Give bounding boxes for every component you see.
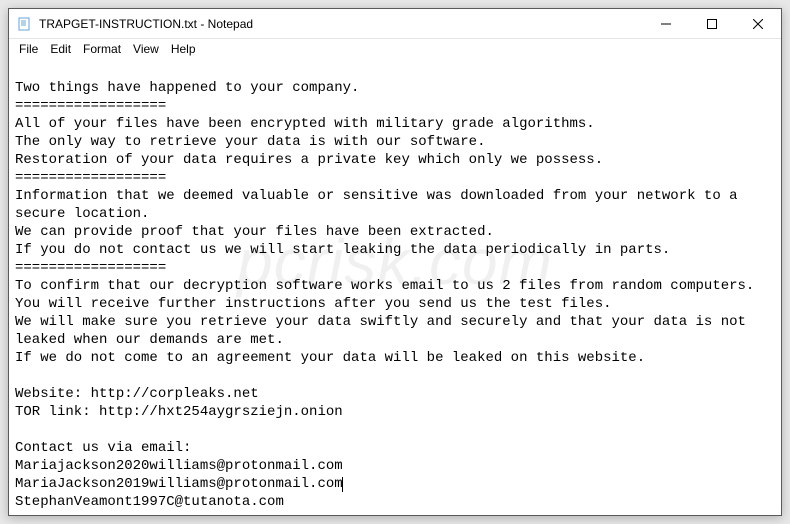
text-line: Restoration of your data requires a priv… (15, 152, 603, 168)
menu-edit[interactable]: Edit (44, 41, 77, 57)
text-line: We can provide proof that your files hav… (15, 224, 494, 240)
text-line: If you do not contact us we will start l… (15, 242, 670, 258)
text-line: All of your files have been encrypted wi… (15, 116, 595, 132)
text-line: Mariajackson2020williams@protonmail.com (15, 458, 343, 474)
text-line: If we do not come to an agreement your d… (15, 350, 645, 366)
text-line: Information that we deemed valuable or s… (15, 188, 746, 222)
text-line: You will receive further instructions af… (15, 296, 612, 312)
window-title: TRAPGET-INSTRUCTION.txt - Notepad (39, 17, 643, 31)
text-line: ================== (15, 260, 166, 276)
notepad-window: TRAPGET-INSTRUCTION.txt - Notepad File E… (8, 8, 782, 516)
text-line: ================== (15, 170, 166, 186)
text-area[interactable]: Two things have happened to your company… (9, 59, 781, 515)
text-line: We will make sure you retrieve your data… (15, 314, 754, 348)
minimize-button[interactable] (643, 9, 689, 38)
close-button[interactable] (735, 9, 781, 38)
text-line: MariaJackson2019williams@protonmail.com (15, 476, 343, 492)
text-line: ================== (15, 98, 166, 114)
menu-file[interactable]: File (13, 41, 44, 57)
maximize-button[interactable] (689, 9, 735, 38)
text-line: Website: http://corpleaks.net (15, 386, 259, 402)
text-line: StephanVeamont1997C@tutanota.com (15, 494, 284, 510)
text-caret (342, 477, 343, 492)
text-line: Two things have happened to your company… (15, 80, 359, 96)
window-controls (643, 9, 781, 38)
text-line: TOR link: http://hxt254aygrsziejn.onion (15, 404, 343, 420)
menubar: File Edit Format View Help (9, 39, 781, 59)
menu-format[interactable]: Format (77, 41, 127, 57)
menu-help[interactable]: Help (165, 41, 202, 57)
text-line: To confirm that our decryption software … (15, 278, 754, 294)
menu-view[interactable]: View (127, 41, 165, 57)
titlebar: TRAPGET-INSTRUCTION.txt - Notepad (9, 9, 781, 39)
app-icon (17, 16, 33, 32)
text-line: Contact us via email: (15, 440, 191, 456)
text-line: The only way to retrieve your data is wi… (15, 134, 485, 150)
